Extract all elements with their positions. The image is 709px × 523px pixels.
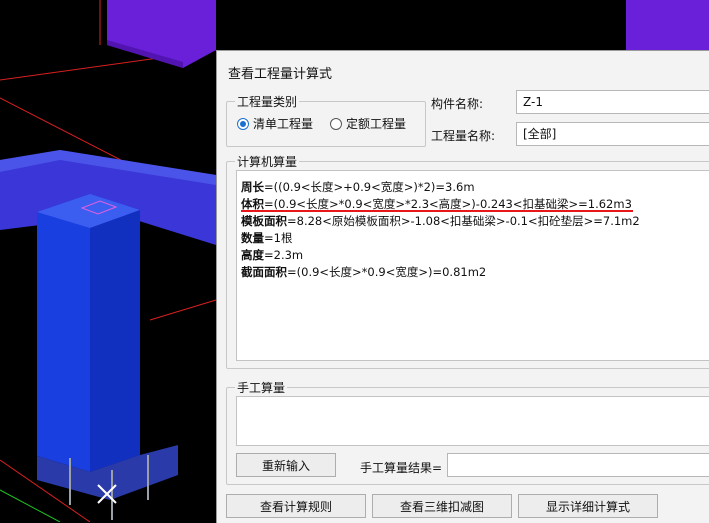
quantity-name-label: 工程量名称: (431, 129, 496, 143)
show-detail-button[interactable]: 显示详细计算式 (518, 494, 658, 518)
radio-checked-icon (237, 117, 249, 130)
radio-quota-label: 定额工程量 (346, 117, 407, 131)
radio-list-quantity[interactable]: 清单工程量 (237, 115, 313, 132)
manual-result-label: 手工算量结果= (360, 461, 443, 475)
component-name-label: 构件名称: (431, 97, 484, 111)
view-3d-deduct-button[interactable]: 查看三维扣减图 (372, 494, 512, 518)
radio-quota-quantity[interactable]: 定额工程量 (330, 115, 406, 132)
manual-group-label: 手工算量 (237, 381, 286, 395)
reenter-button[interactable]: 重新输入 (236, 453, 336, 477)
view-rules-button[interactable]: 查看计算规则 (226, 494, 366, 518)
formula-line: 高度=2.3m (241, 248, 304, 262)
category-group-label: 工程量类别 (237, 95, 298, 109)
formula-textbox[interactable]: 周长=((0.9<长度>+0.9<宽度>)*2)=3.6m 体积=(0.9<长度… (236, 170, 709, 361)
formula-line: 周长=((0.9<长度>+0.9<宽度>)*2)=3.6m (241, 180, 475, 194)
highlight-underline (241, 210, 633, 212)
dialog-title: 查看工程量计算式 (228, 67, 333, 82)
computed-group-label: 计算机算量 (237, 155, 298, 169)
radio-unchecked-icon (330, 117, 342, 130)
radio-list-label: 清单工程量 (253, 117, 314, 131)
beam-right (626, 0, 709, 50)
component-name-field[interactable]: Z-1 (516, 90, 709, 114)
quantity-formula-dialog: 查看工程量计算式 工程量类别 清单工程量 定额工程量 构件名称: Z-1 工程量… (216, 50, 709, 523)
manual-result-field[interactable] (447, 453, 709, 477)
formula-line: 模板面积=8.28<原始模板面积>-1.08<扣基础梁>-0.1<扣砼垫层>=7… (241, 214, 640, 228)
quantity-name-select[interactable]: [全部] (516, 122, 709, 146)
formula-line: 数量=1根 (241, 231, 293, 245)
formula-line: 截面面积=(0.9<长度>*0.9<宽度>)=0.81m2 (241, 265, 487, 279)
manual-input-box[interactable] (236, 396, 709, 446)
